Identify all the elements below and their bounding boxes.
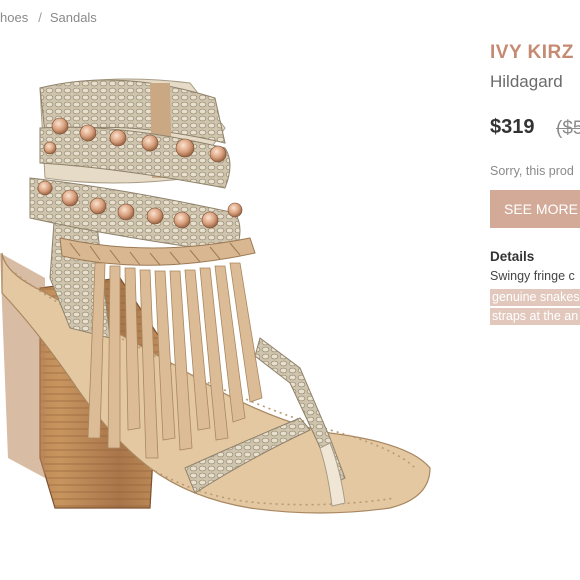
details-text-line-highlighted: straps at the an: [490, 308, 580, 325]
brand-name[interactable]: IVY KIRZ: [490, 42, 574, 64]
breadcrumb-separator: /: [38, 10, 42, 25]
breadcrumb-link-shoes[interactable]: hoes: [0, 10, 28, 25]
details-text-line: Swingy fringe c: [490, 269, 575, 283]
sale-price: $319: [490, 116, 535, 138]
availability-message: Sorry, this prod: [490, 164, 574, 178]
product-image[interactable]: [0, 38, 470, 558]
product-name: Hildagard: [490, 72, 563, 91]
original-price: ($5: [556, 118, 580, 139]
see-more-button[interactable]: SEE MORE: [490, 190, 580, 228]
details-text-line-highlighted: genuine snakes: [490, 289, 580, 306]
details-heading: Details: [490, 249, 535, 264]
breadcrumb: hoes / Sandals: [0, 10, 97, 25]
breadcrumb-link-sandals[interactable]: Sandals: [50, 10, 97, 25]
